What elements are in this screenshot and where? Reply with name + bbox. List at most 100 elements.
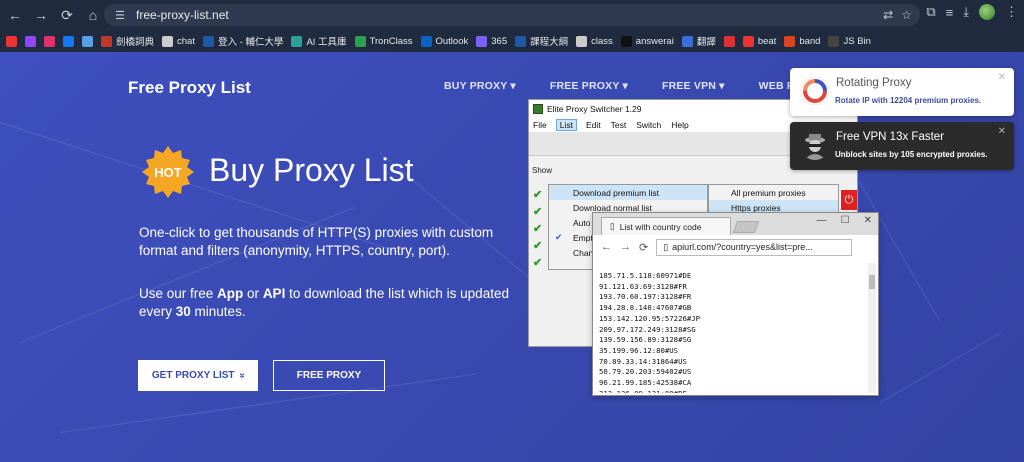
close-icon[interactable]: ✕ (998, 126, 1006, 137)
page-icon: ▯ (610, 221, 615, 231)
mini-browser-tab: ▯ List with country code (601, 217, 731, 235)
proxy-line: 209.97.172.249:3128#SG (599, 324, 696, 334)
get-proxy-list-button[interactable]: GET PROXY LIST » (138, 360, 258, 391)
bookmark-item[interactable]: TronClass (354, 35, 413, 47)
check-icon: ✔ (533, 240, 543, 252)
nav-buy-proxy[interactable]: BUY PROXY ▾ (444, 80, 516, 92)
free-proxy-button[interactable]: FREE PROXY (273, 360, 385, 391)
proxy-line: 193.70.60.197:3128#FR (599, 292, 692, 302)
bookmark-item[interactable]: 劍橋詞典 (101, 34, 154, 48)
submenu-item: All premium proxies (731, 187, 806, 198)
address-bar[interactable]: ☰ free-proxy-list.net ⇄ ☆ (104, 4, 920, 26)
mini-url-bar: ▯ apiurl.com/?country=yes&list=pre... (656, 238, 853, 256)
bookmark-icon (44, 35, 55, 47)
bookmark-icon (723, 35, 735, 47)
bookmark-item[interactable] (25, 35, 36, 47)
app-icon (533, 104, 543, 114)
bookmark-item[interactable] (6, 35, 17, 47)
nav-free-proxy[interactable]: FREE PROXY ▾ (550, 80, 628, 92)
api-link[interactable]: API (263, 286, 286, 301)
bookmark-icon (476, 35, 488, 47)
bookmark-item[interactable]: 登入 - 輔仁大學 (202, 34, 283, 48)
menu-help: Help (671, 120, 689, 130)
bookmark-item[interactable]: answerai (620, 35, 674, 47)
forward-icon[interactable]: → (30, 4, 52, 26)
extensions-icon[interactable]: ⧉ (926, 4, 935, 20)
bookmark-icon (25, 35, 36, 47)
menu-edit: Edit (585, 120, 601, 130)
site-info-icon[interactable]: ☰ (112, 7, 128, 23)
bookmark-item[interactable]: beat (742, 35, 777, 47)
forward-icon: → (620, 241, 631, 253)
url-text[interactable]: free-proxy-list.net (136, 8, 229, 22)
bookmark-item[interactable] (63, 35, 74, 47)
profile-avatar[interactable] (979, 4, 995, 20)
check-icon: ✔ (533, 189, 543, 201)
bookmark-label: 劍橋詞典 (116, 37, 155, 48)
site-title[interactable]: Free Proxy List (128, 78, 251, 98)
bookmark-label: 365 (491, 35, 508, 47)
bookmark-item[interactable] (723, 35, 735, 47)
power-icon: ⏻ (841, 190, 857, 210)
bookmark-icon (742, 35, 754, 47)
close-icon[interactable]: ✕ (998, 72, 1006, 83)
bookmark-item[interactable]: 365 (476, 35, 508, 47)
hero-title: Buy Proxy List (209, 152, 414, 188)
app-link[interactable]: App (217, 286, 243, 301)
rotating-proxy-toast[interactable]: Rotating Proxy Rotate IP with 12204 prem… (790, 68, 1014, 116)
menu-list: List (555, 119, 577, 131)
checkmark-icon: ✔ (555, 232, 563, 242)
scrollbar (868, 263, 876, 393)
hot-badge-label: HOT (154, 165, 182, 180)
free-vpn-toast[interactable]: Free VPN 13x Faster Unblock sites by 105… (790, 122, 1014, 170)
bookmark-item[interactable] (82, 35, 93, 47)
mini-browser-tabs: ▯ List with country code — ☐ ✕ (593, 213, 878, 235)
new-tab-icon (732, 221, 760, 233)
toast-title: Rotating Proxy (836, 77, 912, 89)
bookmark-item[interactable]: chat (162, 35, 195, 47)
check-icon: ✔ (533, 223, 543, 235)
back-icon: ← (601, 241, 612, 253)
bookmark-label: beat (757, 35, 777, 47)
bookmark-label: answerai (635, 35, 674, 47)
nav-free-vpn[interactable]: FREE VPN ▾ (662, 80, 725, 92)
bookmark-item[interactable] (44, 35, 55, 47)
home-icon[interactable]: ⌂ (82, 4, 104, 26)
bookmark-label: class (591, 35, 613, 47)
bookmark-icon (291, 35, 303, 47)
bookmark-item[interactable]: Outlook (420, 35, 469, 47)
bookmark-icon (202, 35, 214, 47)
reload-icon: ⟳ (639, 241, 649, 254)
menu-icon[interactable]: ⋮ (1005, 4, 1018, 20)
proxy-list-text: 185.71.5.118:60971#DE 91.121.63.69:3128#F… (597, 263, 865, 393)
back-icon[interactable]: ← (4, 4, 26, 26)
translate-icon[interactable]: ⇄ (883, 8, 893, 22)
show-label: Show (532, 166, 553, 175)
reading-list-icon[interactable]: ≡ (946, 5, 954, 20)
check-icon: ✔ (533, 257, 543, 269)
bookmark-icon (576, 35, 588, 47)
bookmark-item[interactable]: 翻譯 (681, 34, 716, 48)
page-icon: ▯ (663, 241, 669, 252)
download-icon[interactable]: ⤓ (963, 4, 969, 20)
bookmark-label: Outlook (435, 35, 469, 47)
bookmark-item[interactable]: class (576, 35, 613, 47)
bookmark-item[interactable]: 課程大綱 (515, 34, 568, 48)
reload-icon[interactable]: ⟳ (56, 4, 78, 26)
check-icon: ✔ (533, 206, 543, 218)
bookmark-icon (101, 35, 112, 47)
hero-app-text: Use our free App or API to download the … (139, 286, 509, 319)
bookmark-label: JS Bin (843, 35, 871, 47)
bookmark-star-icon[interactable]: ☆ (901, 8, 912, 22)
bookmark-item[interactable]: JS Bin (828, 35, 871, 47)
bookmark-item[interactable]: band (784, 35, 820, 47)
bookmark-icon (354, 35, 366, 47)
proxy-line: 50.79.20.203:59402#US (599, 367, 692, 377)
proxy-line: 185.71.5.118:60971#DE (599, 271, 692, 280)
bookmark-icon (420, 35, 432, 47)
close-icon: ✕ (863, 215, 872, 226)
bookmark-item[interactable]: AI 工具庫 (291, 34, 347, 48)
bookmark-icon (828, 35, 840, 47)
bookmark-icon (515, 35, 527, 47)
proxy-line: 213.136.89.121:80#DE (599, 389, 865, 393)
